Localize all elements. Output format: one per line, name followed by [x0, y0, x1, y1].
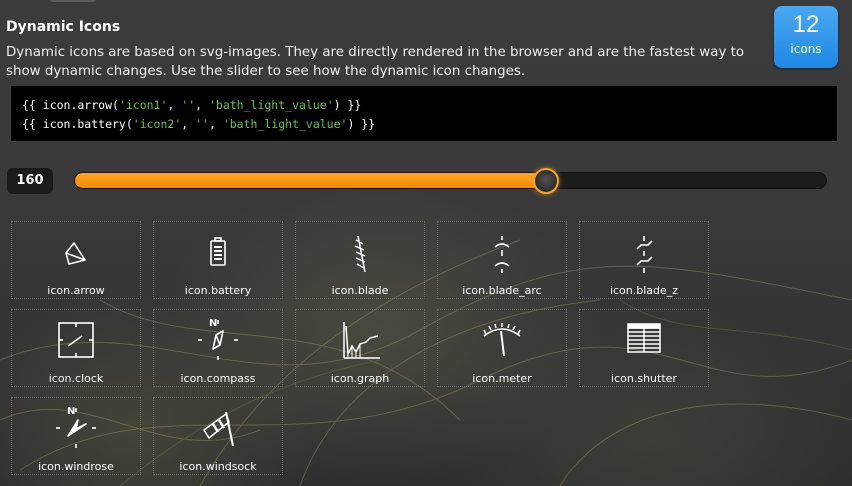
tile-battery: icon.battery [153, 221, 283, 299]
tile-label: icon.clock [48, 372, 104, 385]
tile-blade-z: icon.blade_z [579, 221, 709, 299]
icon-count-badge: 12 icons [774, 6, 838, 68]
tile-compass: N icon.compass [153, 309, 283, 387]
icon-count-label: icons [790, 42, 822, 56]
slider-handle[interactable] [533, 167, 560, 194]
blade-icon [354, 235, 366, 273]
windsock-icon [203, 411, 234, 447]
tile-label: icon.meter [472, 372, 532, 385]
tile-arrow: icon.arrow [11, 221, 141, 299]
tile-label: icon.windsock [179, 460, 257, 473]
tile-shutter: icon.shutter [579, 309, 709, 387]
code-line-1: {{ icon.arrow('icon1', '', 'bath_light_v… [22, 98, 362, 112]
tile-label: icon.blade_arc [462, 284, 542, 297]
windrose-north-label: N [67, 406, 75, 417]
shutter-icon [627, 323, 661, 353]
slider-fill [75, 173, 547, 188]
code-line-2: {{ icon.battery('icon2', '', 'bath_light… [22, 117, 376, 131]
page-title: Dynamic Icons [6, 19, 121, 35]
windrose-icon: N [56, 406, 96, 448]
tile-label: icon.windrose [38, 460, 114, 473]
tile-meter: icon.meter [437, 309, 567, 387]
blade-z-icon [636, 236, 653, 273]
tile-label: icon.blade_z [609, 284, 679, 297]
tile-clock: icon.clock [11, 309, 141, 387]
blade-arc-icon [494, 236, 510, 273]
compass-icon: N [198, 318, 238, 360]
tile-label: icon.graph [330, 372, 390, 385]
tile-label: icon.arrow [47, 284, 105, 297]
meter-icon [483, 323, 521, 357]
tile-label: icon.blade [331, 284, 389, 297]
icon-count-number: 12 [792, 11, 820, 38]
tile-blade: icon.blade [295, 221, 425, 299]
code-snippet: {{ icon.arrow('icon1', '', 'bath_light_v… [11, 86, 837, 141]
page-description: Dynamic icons are based on svg-images. T… [6, 45, 745, 79]
brightness-slider[interactable] [74, 167, 827, 194]
tile-label: icon.battery [184, 284, 252, 297]
slider-value-display: 160 [7, 168, 53, 194]
tile-windrose: N icon.windrose [11, 397, 141, 475]
tile-label: icon.compass [180, 372, 256, 385]
top-tab-edge [50, 0, 96, 2]
graph-icon [343, 322, 380, 359]
tile-label: icon.shutter [611, 372, 677, 385]
tile-blade-arc: icon.blade_arc [437, 221, 567, 299]
tile-graph: icon.graph [295, 309, 425, 387]
clock-icon [58, 322, 94, 358]
battery-icon [210, 237, 226, 266]
compass-north-label: N [209, 318, 217, 329]
tile-windsock: icon.windsock [153, 397, 283, 475]
arrow-icon [65, 242, 86, 265]
